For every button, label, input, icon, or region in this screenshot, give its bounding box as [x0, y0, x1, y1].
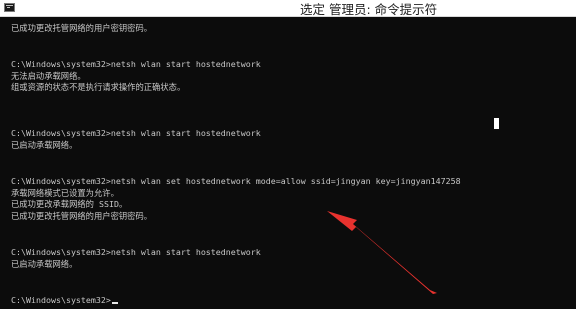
console-line: 组或资源的状态不是执行请求操作的正确状态。: [11, 82, 186, 92]
title-bar[interactable]: 选定 管理员: 命令提示符: [0, 0, 576, 17]
mouse-cursor: [494, 118, 499, 129]
console-line: 无法启动承载网络。: [11, 71, 86, 81]
text-cursor: [111, 302, 118, 304]
command-line: C:\Windows\system32>netsh wlan set hoste…: [11, 176, 461, 186]
window-title: 选定 管理员: 命令提示符: [300, 2, 438, 17]
console-output[interactable]: 已成功更改托管网络的用户密钥密码。 C:\Windows\system32>ne…: [0, 17, 576, 309]
cmd-window: 选定 管理员: 命令提示符 已成功更改托管网络的用户密钥密码。 C:\Windo…: [0, 0, 576, 309]
console-line: 已成功更改托管网络的用户密钥密码。: [11, 23, 153, 33]
command-line: C:\Windows\system32>netsh wlan start hos…: [11, 59, 261, 69]
console-line: 承载网络模式已设置为允许。: [11, 188, 119, 198]
prompt-line[interactable]: C:\Windows\system32>: [11, 295, 118, 305]
console-line: 已成功更改托管网络的用户密钥密码。: [11, 211, 153, 221]
console-line: 已启动承载网络。: [11, 259, 78, 269]
prompt-text: C:\Windows\system32>: [11, 295, 111, 305]
command-line: C:\Windows\system32>netsh wlan start hos…: [11, 247, 261, 257]
console-line: 已启动承载网络。: [11, 140, 78, 150]
cmd-icon[interactable]: [4, 3, 15, 12]
command-line: C:\Windows\system32>netsh wlan start hos…: [11, 128, 261, 138]
console-line: 已成功更改承载网络的 SSID。: [11, 199, 128, 209]
